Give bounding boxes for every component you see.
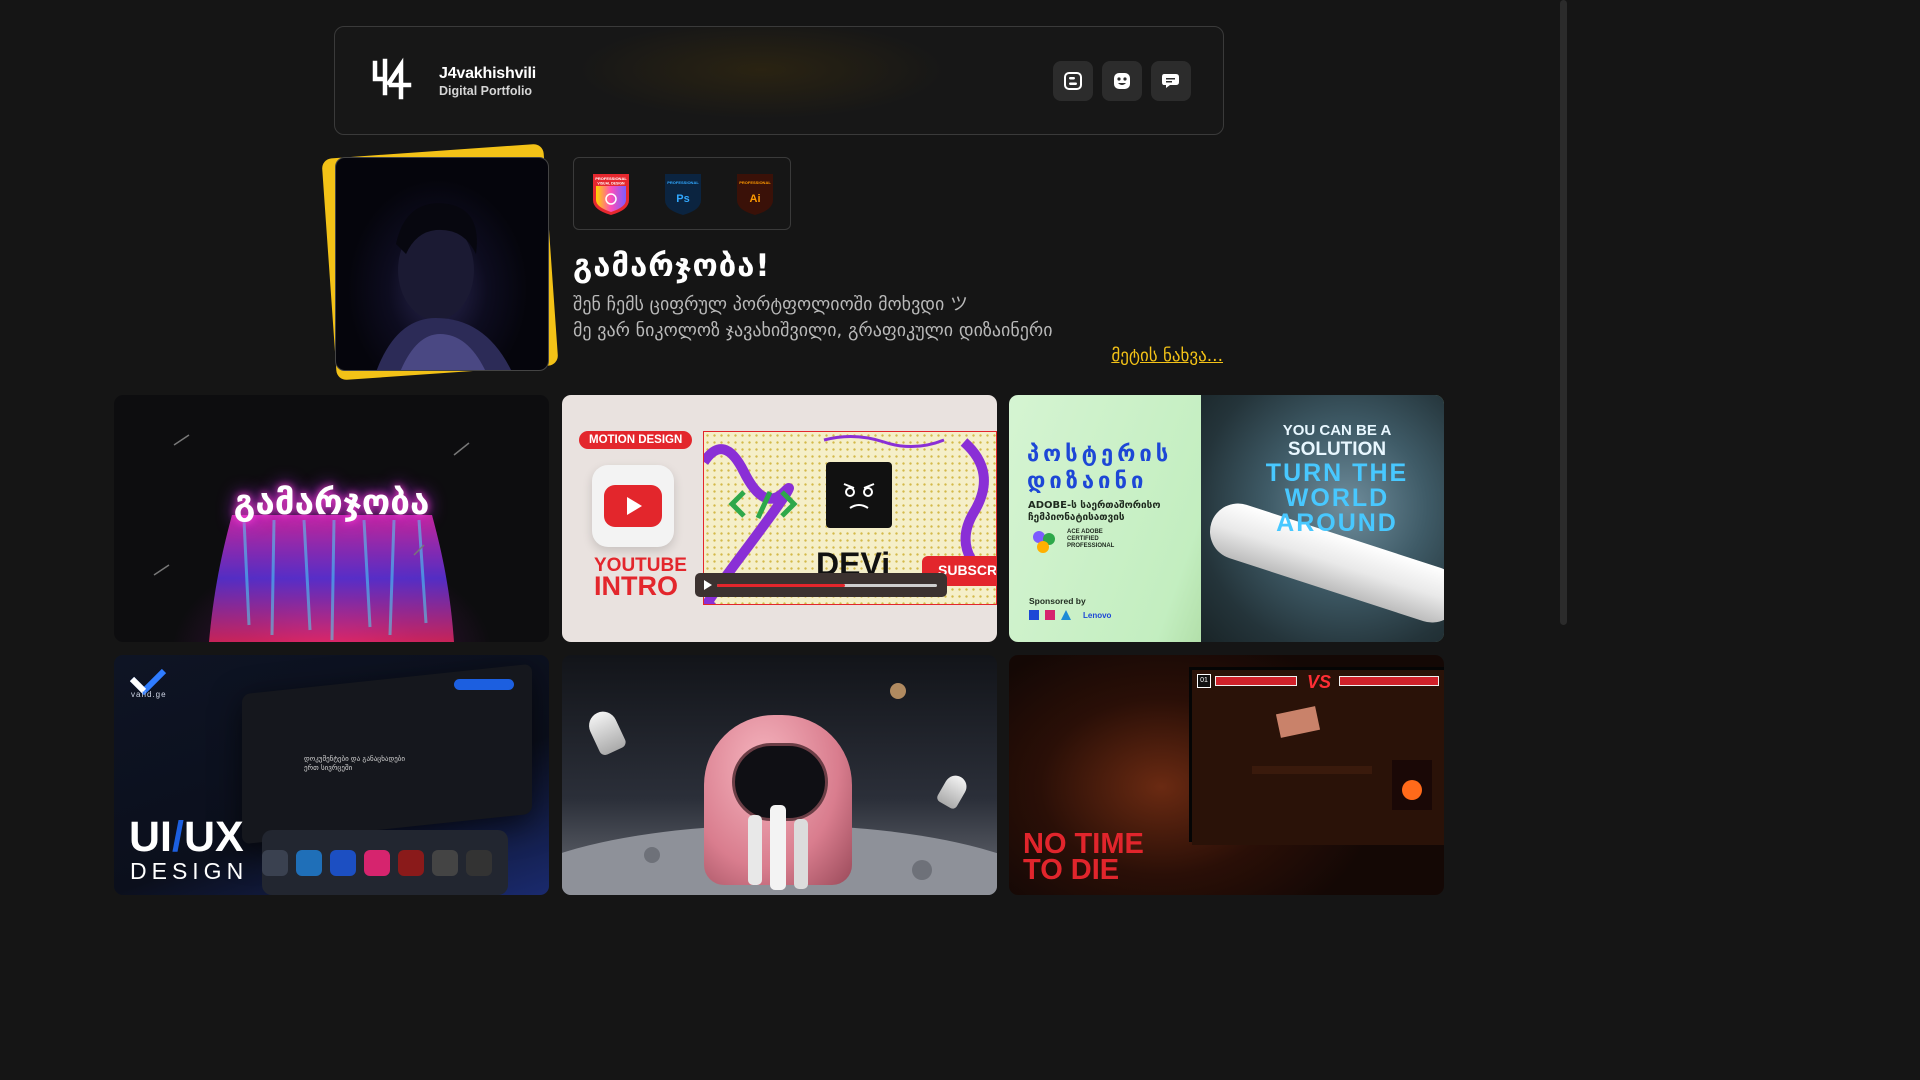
svg-text:PROFESSIONAL: PROFESSIONAL <box>595 176 627 181</box>
devi-face <box>826 462 892 528</box>
uiux-design-label: DESIGN <box>130 858 249 884</box>
dock-app-icon <box>432 850 458 876</box>
face-icon <box>1114 73 1130 89</box>
versus-label: VS <box>1307 672 1332 692</box>
page-scrollbar[interactable] <box>1558 0 1568 882</box>
sponsored-label: Sponsored by <box>1029 596 1086 606</box>
j4-logo-icon[interactable] <box>369 57 413 101</box>
poster-slogan: YOU CAN BE A SOLUTION TURN THE WORLD ARO… <box>1257 423 1417 536</box>
slogan-line-2: SOLUTION <box>1287 439 1387 460</box>
slogan-line-3: TURN THE <box>1265 459 1409 487</box>
chat-button[interactable] <box>1151 61 1191 101</box>
blogger-icon <box>1064 72 1082 90</box>
dock-app-icon <box>364 850 390 876</box>
svg-text:PROFESSIONAL: PROFESSIONAL <box>667 180 699 185</box>
face-button[interactable] <box>1102 61 1142 101</box>
uiux-ui: UI <box>129 813 172 861</box>
website-mockup <box>242 663 532 845</box>
game-title-line-2: TO DIE <box>1023 854 1120 886</box>
brand[interactable]: J4vakhishvili Digital Portfolio <box>439 65 536 98</box>
slogan-line-4: WORLD <box>1284 484 1390 512</box>
see-more-link[interactable]: მეტის ნახვა... <box>1111 346 1223 366</box>
svg-text:VISUAL DESIGN: VISUAL DESIGN <box>597 182 625 186</box>
mockup-pill <box>454 679 514 690</box>
intro-word: INTRO <box>594 571 678 601</box>
svg-text:PROFESSIONAL: PROFESSIONAL <box>739 180 771 185</box>
slogan-line-1: YOU CAN BE A <box>1282 422 1392 439</box>
blogger-button[interactable] <box>1053 61 1093 101</box>
round-counter: 01 <box>1197 674 1211 688</box>
brand-name: J4vakhishvili <box>439 65 537 82</box>
visual-design-badge-icon[interactable]: PROFESSIONAL VISUAL DESIGN <box>590 172 632 216</box>
brand-subtitle: Digital Portfolio <box>439 84 533 98</box>
valid-logo-text: valid.ge <box>131 690 167 699</box>
photoshop-badge-icon[interactable]: PROFESSIONAL Ps <box>662 172 704 216</box>
video-player-bar <box>695 573 947 597</box>
game-title: NO TIME TO DIE <box>1023 830 1144 886</box>
portfolio-card-youtube-intro[interactable]: MOTION DESIGN YOUTUBE INTRO DEVi SUBSCRI <box>562 395 997 642</box>
angry-face-icon <box>843 483 875 509</box>
player2-health-bar <box>1339 676 1439 686</box>
svg-text:Ai: Ai <box>750 193 761 205</box>
sponsor-logos-icon <box>1029 610 1071 620</box>
sponsor-lenovo: Lenovo <box>1083 611 1112 620</box>
ace-logo-icon <box>1033 531 1055 553</box>
intro-line-2: მე ვარ ნიკოლოზ ჯავახიშვილი, გრაფიკული დი… <box>573 320 1053 341</box>
certification-badges: PROFESSIONAL VISUAL DESIGN PROFESSIONAL … <box>573 157 791 230</box>
intro-line-1: შენ ჩემს ციფრულ პორტფოლიოში მოხვდი ツ <box>573 294 969 315</box>
room-scene-image <box>1192 670 1444 845</box>
monitor-screen <box>1189 667 1444 845</box>
player1-health-bar <box>1215 676 1297 686</box>
greeting-art-title: გამარჯობა <box>233 483 430 523</box>
dock-app-icon <box>466 850 492 876</box>
avatar <box>335 157 549 371</box>
portfolio-card-uiux-design[interactable]: valid.ge დოკუმენტები და განაცხადები ერთ … <box>114 655 549 895</box>
chat-icon <box>1162 74 1179 88</box>
portrait-image <box>376 203 511 370</box>
uiux-ux: UX <box>183 813 244 861</box>
scrollbar-thumb[interactable] <box>1560 0 1567 625</box>
motion-design-tag: MOTION DESIGN <box>579 431 693 449</box>
portfolio-card-poster-design[interactable]: YOU CAN BE A SOLUTION TURN THE WORLD ARO… <box>1009 395 1444 642</box>
youtube-tile <box>592 465 674 547</box>
mockup-headline: დოკუმენტები და განაცხადები ერთ სივრცეში <box>304 755 406 772</box>
portfolio-card-no-time-to-die[interactable]: 01 VS NO TIME TO DIE <box>1009 655 1444 895</box>
dock-app-icon <box>398 850 424 876</box>
dock-app-icon <box>296 850 322 876</box>
slogan-line-5: AROUND <box>1276 509 1398 537</box>
uiux-title: UI/UX <box>129 813 244 862</box>
youtube-play-icon <box>604 485 662 527</box>
game-hud: 01 VS <box>1197 672 1443 692</box>
illustrator-badge-icon[interactable]: PROFESSIONAL Ai <box>734 172 776 216</box>
greeting-title: გამარჯობა! <box>573 248 771 284</box>
uiux-slash: / <box>172 813 184 861</box>
dock-app-icon <box>330 850 356 876</box>
poster-title: პოსტერის დიზაინი <box>1027 442 1173 494</box>
svg-text:Ps: Ps <box>676 193 689 205</box>
poster-subtitle: ADOBE-ს საერთაშორისო ჩემპიონატისათვის <box>1028 500 1161 523</box>
poster-cert-label: ACE ADOBE CERTIFIED PROFESSIONAL <box>1067 529 1115 549</box>
portfolio-card-greeting-art[interactable]: გამარჯობა <box>114 395 549 642</box>
chess-pieces-icon <box>748 805 808 890</box>
site-header: J4vakhishvili Digital Portfolio <box>334 26 1224 135</box>
player-controls <box>704 580 937 590</box>
portfolio-card-astronaut-chess[interactable] <box>562 655 997 895</box>
dock-app-icon <box>262 850 288 876</box>
